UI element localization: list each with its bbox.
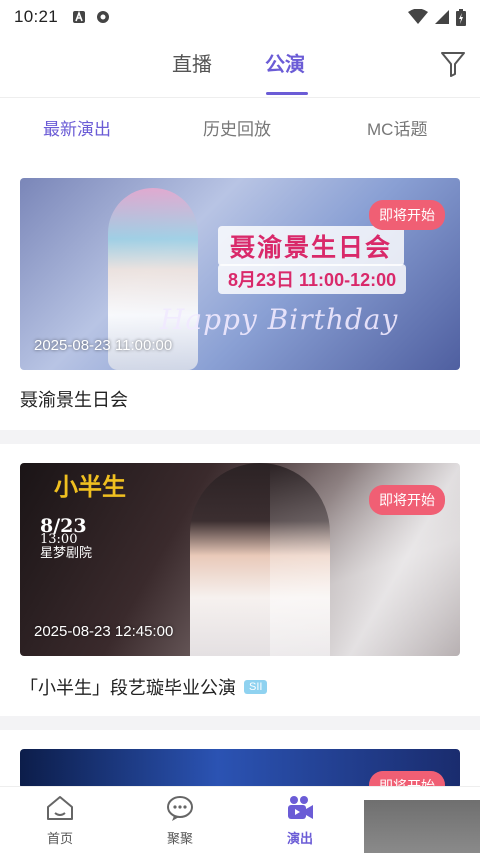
subtab-latest[interactable]: 最新演出 xyxy=(43,115,111,140)
poster-venue: 星梦剧院 xyxy=(40,546,93,561)
floating-mini-player[interactable] xyxy=(364,800,480,853)
nav-performance-label: 演出 xyxy=(286,831,313,846)
status-system-icons xyxy=(408,8,466,26)
battery-icon xyxy=(456,8,466,26)
notification-a-icon xyxy=(73,10,86,23)
status-bar: 10:21 xyxy=(0,0,480,34)
poster-logo: 小半生 xyxy=(54,472,126,501)
sub-tab-bar: 最新演出 历史回放 MC话题 xyxy=(0,98,480,156)
nav-juju[interactable]: 聚聚 xyxy=(150,793,210,847)
notification-circle-icon xyxy=(97,11,110,23)
event-card-image[interactable]: 小半生 8/23 13:00 星梦剧院 即将开始 2025-08-23 12:4… xyxy=(20,463,460,656)
home-icon xyxy=(47,796,73,820)
status-notification-icons xyxy=(72,10,110,24)
event-time: 2025-08-23 12:45:00 xyxy=(34,623,174,640)
poster-date: 8/23 xyxy=(40,515,87,537)
poster-info: 8/23 13:00 星梦剧院 xyxy=(40,515,93,561)
subtab-history[interactable]: 历史回放 xyxy=(203,115,271,140)
nav-home-label: 首页 xyxy=(46,831,73,846)
status-badge: 即将开始 xyxy=(369,485,445,515)
video-camera-icon xyxy=(288,796,313,819)
poster-date: 8月23日 11:00-12:00 xyxy=(218,264,407,294)
status-badge: 即将开始 xyxy=(369,200,445,230)
chat-bubble-icon xyxy=(167,796,193,821)
filter-icon[interactable] xyxy=(440,50,466,78)
section-divider xyxy=(0,430,480,444)
event-time: 2025-08-23 11:00:00 xyxy=(34,337,173,354)
event-title: 「小半生」段艺璇毕业公演 xyxy=(20,678,236,698)
wifi-icon xyxy=(408,9,428,24)
status-time: 10:21 xyxy=(14,7,59,26)
event-title-row[interactable]: 「小半生」段艺璇毕业公演 SII xyxy=(20,674,268,700)
event-title[interactable]: 聂渝景生日会 xyxy=(20,386,128,412)
signal-icon xyxy=(435,10,449,24)
nav-performance[interactable]: 演出 xyxy=(270,793,330,847)
poster-title: 聂渝景生日会 xyxy=(218,226,405,266)
team-tag: SII xyxy=(244,680,268,694)
poster-script-text: Happy Birthday xyxy=(160,303,399,336)
tab-live[interactable]: 直播 xyxy=(172,48,212,77)
tab-performance[interactable]: 公演 xyxy=(265,48,305,77)
subtab-mc-topics[interactable]: MC话题 xyxy=(367,115,427,140)
active-tab-indicator xyxy=(266,92,308,95)
event-card-image[interactable]: 即将开始 xyxy=(20,749,460,789)
nav-home[interactable]: 首页 xyxy=(30,793,90,847)
nav-juju-label: 聚聚 xyxy=(166,831,193,846)
top-tab-bar: 直播 公演 xyxy=(0,34,480,98)
event-card-image[interactable]: Happy Birthday 聂渝景生日会 8月23日 11:00-12:00 … xyxy=(20,178,460,370)
section-divider xyxy=(0,716,480,730)
